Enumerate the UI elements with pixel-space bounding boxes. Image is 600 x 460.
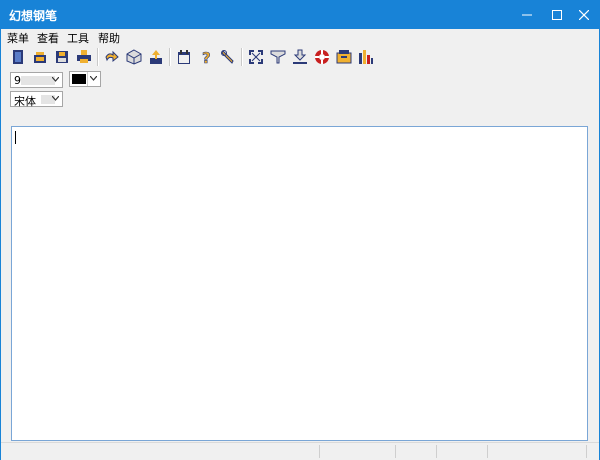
bar-chart-icon (359, 50, 373, 64)
download-icon (293, 49, 307, 64)
print-button[interactable] (74, 47, 94, 67)
status-pane (437, 445, 488, 458)
toolbar-separator (241, 48, 243, 66)
print-icon (77, 50, 91, 63)
export-button[interactable] (146, 47, 166, 67)
app-window: 幻想钢笔 菜单 查看 工具 帮助 ? 9 宋体 (0, 0, 600, 460)
close-icon (579, 10, 589, 20)
download-button[interactable] (290, 47, 310, 67)
wrench-icon (221, 50, 234, 64)
toolbar-separator (169, 48, 171, 66)
font-name-select[interactable]: 宋体 (10, 91, 63, 108)
toolbar-separator (97, 48, 99, 66)
undo-button[interactable] (102, 47, 122, 67)
open-folder-icon (34, 52, 46, 63)
font-name-value: 宋体 (14, 95, 36, 108)
cube-icon (126, 49, 142, 65)
close-button[interactable] (569, 1, 599, 29)
help-icon: ? (202, 49, 211, 65)
save-icon (56, 51, 68, 63)
window-title: 幻想钢笔 (9, 9, 58, 23)
chevron-down-icon (52, 77, 59, 82)
status-pane (1, 445, 320, 458)
new-document-icon (13, 50, 23, 64)
menu-item-view[interactable]: 查看 (37, 30, 59, 46)
text-caret (15, 131, 16, 144)
filter-icon (270, 50, 286, 64)
font-size-value: 9 (14, 74, 21, 87)
calendar-button[interactable] (174, 47, 194, 67)
menu-item-help[interactable]: 帮助 (98, 30, 120, 46)
svg-text:?: ? (202, 49, 211, 65)
filter-button[interactable] (268, 47, 288, 67)
wrench-button[interactable] (218, 47, 238, 67)
chevron-down-icon (90, 76, 97, 81)
color-swatch (72, 74, 86, 84)
fullscreen-icon (249, 50, 263, 64)
help-button[interactable]: ? (196, 47, 216, 67)
menu-bar: 菜单 查看 工具 帮助 (1, 29, 599, 45)
menu-item-menu[interactable]: 菜单 (7, 30, 29, 46)
minimize-icon (522, 14, 532, 16)
statistics-button[interactable] (356, 47, 376, 67)
font-size-field (21, 76, 55, 85)
undo-icon (105, 50, 119, 63)
open-button[interactable] (30, 47, 50, 67)
lifebuoy-icon (315, 50, 329, 64)
color-dropdown[interactable] (87, 72, 100, 86)
archive-icon (336, 50, 352, 64)
cube-button[interactable] (124, 47, 144, 67)
status-pane (488, 445, 587, 458)
maximize-button[interactable] (542, 1, 572, 29)
calendar-icon (178, 50, 190, 64)
text-color-select[interactable] (69, 71, 101, 87)
status-bar (1, 442, 599, 460)
status-pane (320, 445, 396, 458)
text-editor[interactable] (11, 126, 588, 441)
menu-item-tools[interactable]: 工具 (67, 30, 89, 46)
minimize-button[interactable] (512, 1, 542, 29)
lifebuoy-button[interactable] (312, 47, 332, 67)
new-document-button[interactable] (8, 47, 28, 67)
font-size-select[interactable]: 9 (10, 72, 63, 88)
toolbar: ? (1, 45, 599, 69)
archive-button[interactable] (334, 47, 354, 67)
save-button[interactable] (52, 47, 72, 67)
chevron-down-icon (52, 96, 59, 101)
export-icon (150, 50, 162, 64)
title-bar[interactable]: 幻想钢笔 (1, 1, 599, 29)
maximize-icon (552, 10, 562, 20)
status-pane (396, 445, 437, 458)
fullscreen-button[interactable] (246, 47, 266, 67)
